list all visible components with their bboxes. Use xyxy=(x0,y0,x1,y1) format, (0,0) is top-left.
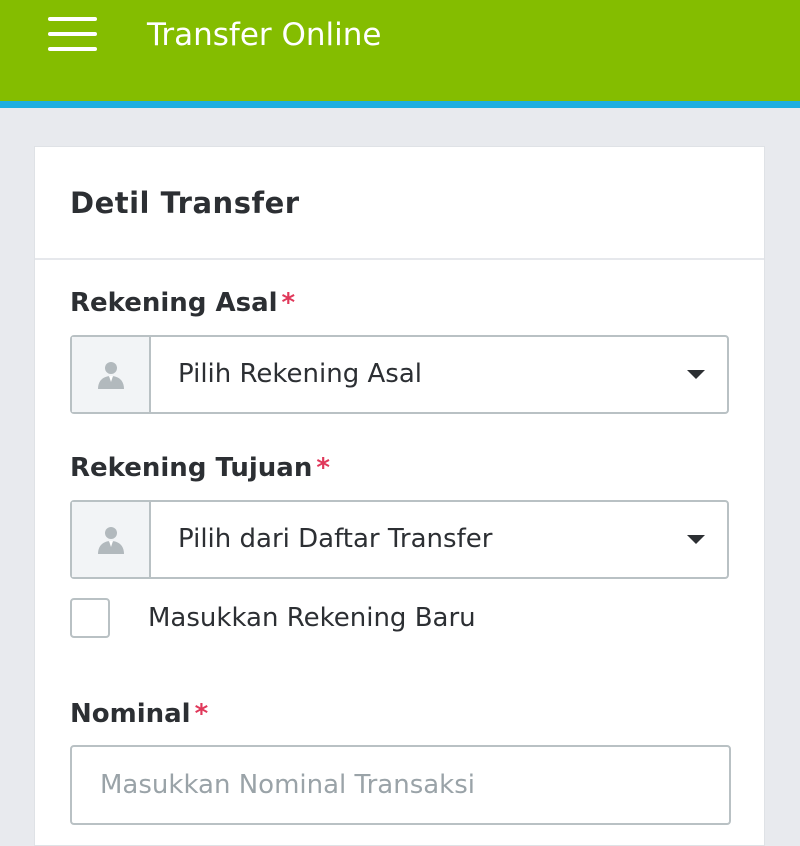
chevron-down-icon xyxy=(687,370,705,379)
source-account-label: Rekening Asal * xyxy=(70,288,296,318)
source-account-addon xyxy=(72,337,151,412)
amount-input[interactable] xyxy=(70,745,731,825)
new-account-checkbox-label[interactable]: Masukkan Rekening Baru xyxy=(148,600,476,636)
app-bar: Transfer Online xyxy=(0,0,800,108)
required-mark: * xyxy=(194,699,209,729)
amount-label: Nominal * xyxy=(70,699,209,729)
hamburger-menu-icon[interactable] xyxy=(46,14,100,54)
new-account-checkbox-row[interactable]: Masukkan Rekening Baru xyxy=(70,595,476,641)
destination-account-addon xyxy=(72,502,151,577)
source-account-select[interactable]: Pilih Rekening Asal xyxy=(70,335,729,414)
app-title: Transfer Online xyxy=(147,17,382,53)
required-mark: * xyxy=(281,288,296,318)
destination-account-selected: Pilih dari Daftar Transfer xyxy=(178,524,493,554)
user-icon xyxy=(97,361,124,389)
card-title: Detil Transfer xyxy=(70,186,300,220)
source-account-selected: Pilih Rekening Asal xyxy=(178,359,422,389)
destination-account-label: Rekening Tujuan * xyxy=(70,453,330,483)
user-icon xyxy=(97,526,124,554)
destination-account-select[interactable]: Pilih dari Daftar Transfer xyxy=(70,500,729,579)
new-account-checkbox[interactable] xyxy=(70,598,110,638)
chevron-down-icon xyxy=(687,535,705,544)
transfer-detail-card: Detil Transfer Rekening Asal * Pilih Reke… xyxy=(34,146,765,846)
card-header: Detil Transfer xyxy=(35,147,764,260)
required-mark: * xyxy=(316,453,330,483)
